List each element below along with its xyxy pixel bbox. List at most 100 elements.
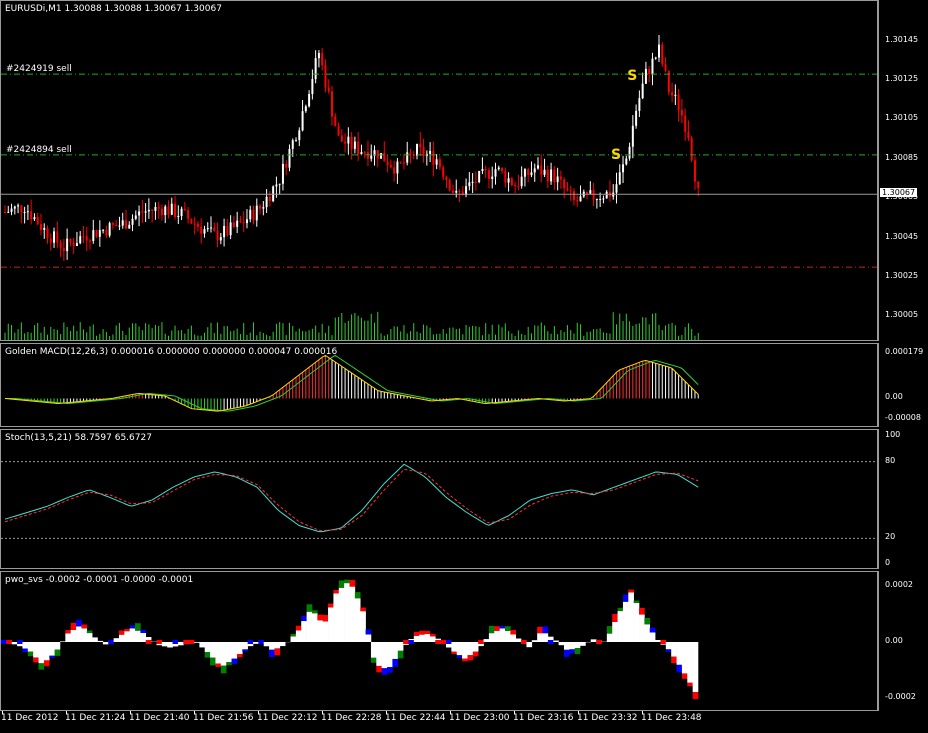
pwo-bar: [194, 642, 200, 643]
pwo-bar-cap: [676, 664, 683, 673]
candle-body: [210, 227, 213, 229]
pwo-bar-cap: [118, 630, 125, 635]
candle-body: [95, 230, 98, 237]
time-axis[interactable]: 11 Dec 2012 11 Dec 21:24 11 Dec 21:40 11 De…: [0, 711, 878, 733]
pwo-bar-cap: [49, 655, 55, 658]
pwo-bar: [118, 634, 125, 642]
pwo-axis[interactable]: 0.0002 0.00 -0.0002: [878, 571, 928, 711]
candle-body: [406, 152, 409, 163]
pwo-bar-cap: [344, 579, 350, 584]
candle-body: [648, 68, 651, 74]
pwo-bar: [381, 642, 388, 669]
pwo-bar-cap: [563, 649, 570, 657]
pwo-bar-cap: [499, 625, 506, 629]
candle-body: [442, 167, 445, 177]
pwo-bar-cap: [124, 629, 130, 632]
candle-body: [180, 208, 183, 217]
stoch-pane[interactable]: Stoch(13,5,21) 58.7597 65.6727: [0, 429, 878, 569]
candle-body: [537, 165, 540, 169]
pwo-bar-cap: [376, 665, 382, 673]
pwo-bar: [124, 631, 130, 642]
candle-body: [334, 116, 337, 127]
pwo-bar-cap: [33, 657, 39, 663]
macd-pane[interactable]: Golden MACD(12,26,3) 0.000016 0.000000 0…: [0, 343, 878, 427]
candle-body: [563, 179, 566, 189]
candle-body: [174, 203, 177, 217]
pwo-bar: [54, 642, 61, 650]
pwo-bar: [81, 628, 88, 642]
pwo-bar-cap: [156, 640, 163, 644]
pwo-bar: [633, 602, 640, 642]
pwo-bar: [38, 642, 45, 664]
order-line-label: #2424919 sell: [6, 64, 72, 74]
pwo-bar-cap: [365, 629, 372, 635]
pwo-bar-cap: [665, 649, 672, 652]
stoch-signal-line: [4, 468, 699, 532]
pwo-bar: [499, 628, 506, 642]
candle-body: [641, 83, 644, 99]
candle-body: [661, 44, 664, 65]
time-tick-label: 11 Dec 2012: [1, 713, 59, 723]
price-pane[interactable]: #2424919 sell #2424894 sell S S EURUSDi,M1 …: [0, 0, 878, 341]
pwo-bar-cap: [488, 625, 495, 634]
candle-body: [72, 242, 75, 246]
price-axis[interactable]: 1.301451.301251.301051.300851.300651.300…: [878, 0, 928, 341]
stoch-axis[interactable]: 100 80 20 0: [878, 429, 928, 569]
pwo-bar: [76, 626, 82, 642]
pwo-pane[interactable]: pwo_svs -0.0002 -0.0001 -0.0000 -0.0001: [0, 571, 878, 711]
candle-body: [69, 238, 72, 243]
candle-body: [435, 159, 438, 165]
pwo-bar: [322, 621, 329, 642]
candle-body: [697, 181, 700, 189]
pwo-bar: [306, 611, 313, 642]
pwo-bar: [617, 611, 624, 642]
pwo-bar: [612, 621, 618, 642]
pwo-bar-cap: [86, 630, 93, 634]
pwo-bar: [628, 592, 634, 642]
candle-body: [249, 209, 252, 220]
candle-body: [471, 181, 474, 183]
pwo-bar-cap: [494, 626, 500, 631]
pwo-bar: [472, 642, 479, 652]
pwo-bar-cap: [43, 660, 50, 667]
pwo-bar: [531, 640, 538, 642]
candle-body: [278, 183, 281, 185]
pwo-bar: [70, 629, 77, 642]
candle-body: [259, 205, 262, 209]
time-tick-label: 11 Dec 22:28: [321, 713, 382, 723]
pwo-bar: [681, 642, 688, 674]
pwo-bar-cap: [220, 665, 227, 674]
macd-pane-title: Golden MACD(12,26,3) 0.000016 0.000000 0…: [5, 347, 338, 357]
pwo-bar: [504, 630, 511, 642]
pwo-bar: [59, 641, 66, 642]
pwo-bar: [49, 642, 55, 656]
macd-axis[interactable]: 0.000179 0.00 -0.00008: [878, 343, 928, 427]
stoch-tick-label: 100: [885, 430, 901, 439]
candle-body: [265, 196, 268, 208]
pwo-bar-cap: [1, 640, 7, 644]
pwo-bar-cap: [269, 649, 275, 658]
pwo-bar: [563, 642, 570, 650]
pwo-bar-cap: [606, 626, 613, 634]
price-tick-label: 1.30105: [885, 113, 919, 123]
pwo-bar-cap: [135, 623, 141, 631]
pwo-bar: [11, 642, 18, 645]
candle-body: [134, 215, 137, 219]
candle-body: [543, 169, 546, 175]
pwo-bar: [274, 642, 281, 649]
candle-body: [684, 115, 687, 132]
candle-body: [183, 208, 186, 211]
candle-body: [497, 167, 500, 170]
candle-body: [232, 222, 235, 227]
pwo-bar: [344, 583, 350, 642]
candle-body: [147, 209, 150, 212]
candle-body: [553, 169, 556, 183]
candle-body: [465, 186, 468, 195]
pwo-bar-cap: [247, 640, 254, 644]
pwo-bar: [370, 642, 377, 658]
pwo-bar: [311, 613, 318, 642]
pwo-bar-cap: [27, 651, 34, 657]
pwo-bar: [424, 634, 431, 642]
candle-body: [187, 210, 190, 219]
candle-body: [49, 238, 52, 243]
